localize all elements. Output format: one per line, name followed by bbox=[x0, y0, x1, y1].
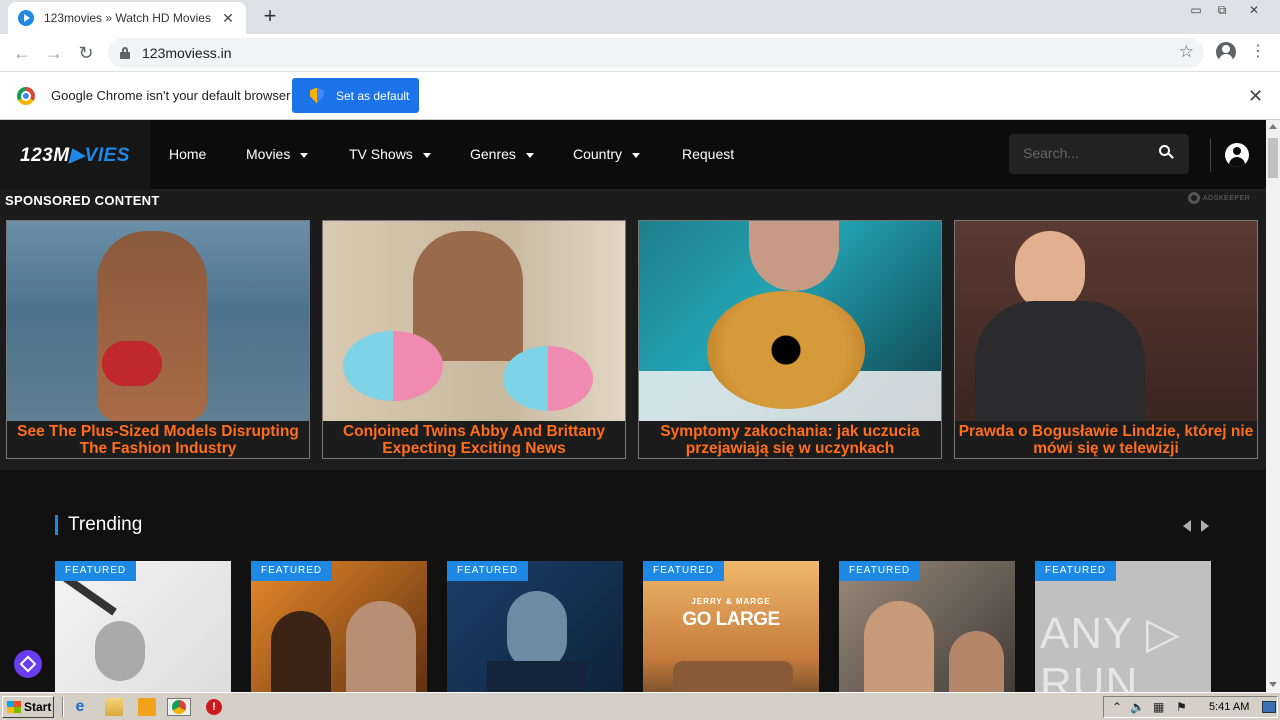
taskbar-clock[interactable]: 5:41 AM bbox=[1209, 701, 1249, 713]
profile-icon[interactable] bbox=[1216, 42, 1236, 62]
start-label: Start bbox=[24, 700, 52, 714]
page-scrollbar[interactable] bbox=[1266, 120, 1280, 692]
bookmark-star-icon[interactable]: ☆ bbox=[1179, 42, 1194, 62]
infobar-message: Google Chrome isn't your default browser bbox=[51, 88, 291, 103]
trending-title: Trending bbox=[55, 515, 142, 535]
nav-movies[interactable]: Movies bbox=[246, 146, 309, 162]
ad-image bbox=[323, 221, 625, 421]
nav-tv-shows[interactable]: TV Shows bbox=[349, 146, 431, 162]
featured-badge: FEATURED bbox=[251, 561, 333, 581]
nav-genres[interactable]: Genres bbox=[470, 146, 534, 162]
tab-strip: 123movies » Watch HD Movies & TV ✕ + ▭ ⧉… bbox=[0, 0, 1280, 34]
site-logo[interactable]: 123M▶VIES bbox=[0, 120, 150, 190]
chrome-menu-icon[interactable]: ⋮ bbox=[1250, 42, 1266, 62]
volume-icon[interactable]: 🔈 bbox=[1130, 700, 1145, 714]
media-player-icon[interactable] bbox=[138, 698, 156, 716]
scroll-thumb[interactable] bbox=[1268, 138, 1278, 178]
show-hidden-icons-icon[interactable]: ⌃ bbox=[1112, 700, 1122, 714]
trending-poster[interactable]: FEATURED bbox=[839, 561, 1015, 692]
close-window-button[interactable]: ✕ bbox=[1242, 2, 1266, 18]
trending-poster[interactable]: FEATURED bbox=[447, 561, 623, 692]
adskeeper-logo[interactable]: ADSKEEPER bbox=[1188, 192, 1250, 204]
ad-caption: See The Plus-Sized Models Disrupting The… bbox=[7, 421, 309, 458]
minimize-button[interactable]: ▭ bbox=[1184, 2, 1208, 18]
featured-badge: FEATURED bbox=[839, 561, 921, 581]
site-search bbox=[1009, 134, 1189, 174]
sponsored-section: SPONSORED CONTENT ADSKEEPER See The Plus… bbox=[0, 190, 1266, 470]
anyrun-watermark: ANY ▷ RUN bbox=[1040, 609, 1181, 692]
ad-card[interactable]: See The Plus-Sized Models Disrupting The… bbox=[6, 220, 310, 459]
site-favicon-icon bbox=[18, 10, 34, 26]
sponsored-title: SPONSORED CONTENT bbox=[5, 193, 160, 208]
site-viewport: 123M▶VIES Home Movies TV Shows Genres Co… bbox=[0, 120, 1266, 692]
taskbar-separator bbox=[62, 697, 64, 717]
search-icon[interactable] bbox=[1159, 145, 1175, 161]
chrome-logo-icon bbox=[17, 87, 35, 105]
carousel-next-icon[interactable] bbox=[1201, 520, 1209, 532]
back-button[interactable]: ← bbox=[10, 41, 34, 65]
set-as-default-label: Set as default bbox=[336, 88, 410, 103]
carousel-prev-icon[interactable] bbox=[1183, 520, 1191, 532]
windows-logo-icon bbox=[7, 701, 21, 713]
user-account-icon[interactable] bbox=[1225, 143, 1249, 167]
ad-caption: Prawda o Bogusławie Lindzie, której nie … bbox=[955, 421, 1257, 458]
trending-poster[interactable]: JERRY & MARGE GO LARGE FEATURED bbox=[643, 561, 819, 692]
windows-taskbar: Start e ! ⌃ 🔈 ▦ ⚑ 5:41 AM bbox=[0, 692, 1280, 720]
site-header: 123M▶VIES Home Movies TV Shows Genres Co… bbox=[0, 120, 1266, 190]
poster-title: JERRY & MARGE GO LARGE bbox=[682, 597, 780, 630]
ad-card[interactable]: Symptomy zakochania: jak uczucia przejaw… bbox=[638, 220, 942, 459]
scroll-down-icon[interactable] bbox=[1269, 682, 1277, 687]
scroll-up-icon[interactable] bbox=[1269, 124, 1277, 129]
ad-card[interactable]: Prawda o Bogusławie Lindzie, której nie … bbox=[954, 220, 1258, 459]
chevron-down-icon bbox=[422, 152, 431, 158]
tab-title: 123movies » Watch HD Movies & TV bbox=[44, 11, 214, 25]
set-as-default-button[interactable]: Set as default bbox=[292, 78, 419, 113]
address-bar[interactable]: 123moviess.in ☆ bbox=[108, 38, 1204, 68]
system-tray: ⌃ 🔈 ▦ ⚑ 5:41 AM bbox=[1103, 696, 1278, 718]
nav-home[interactable]: Home bbox=[169, 146, 206, 162]
ad-card[interactable]: Conjoined Twins Abby And Brittany Expect… bbox=[322, 220, 626, 459]
trending-poster[interactable]: FEATURED bbox=[251, 561, 427, 692]
header-divider bbox=[1210, 138, 1211, 172]
show-desktop-icon[interactable] bbox=[1262, 701, 1276, 713]
opera-icon[interactable]: ! bbox=[206, 699, 222, 715]
featured-badge: FEATURED bbox=[55, 561, 137, 581]
chevron-down-icon bbox=[632, 152, 641, 158]
new-tab-button[interactable]: + bbox=[258, 5, 282, 29]
restore-button[interactable]: ⧉ bbox=[1210, 2, 1234, 18]
action-center-flag-icon[interactable]: ⚑ bbox=[1176, 700, 1187, 714]
search-input[interactable] bbox=[1023, 145, 1143, 161]
url-text: 123moviess.in bbox=[142, 45, 232, 61]
internet-explorer-icon[interactable]: e bbox=[71, 698, 89, 716]
ad-caption: Conjoined Twins Abby And Brittany Expect… bbox=[323, 421, 625, 458]
chat-widget-button[interactable] bbox=[14, 650, 42, 678]
nav-country[interactable]: Country bbox=[573, 146, 641, 162]
browser-toolbar: ← → ↻ 123moviess.in ☆ bbox=[0, 34, 1280, 72]
infobar-close-icon[interactable]: ✕ bbox=[1248, 86, 1263, 107]
uac-shield-icon bbox=[310, 87, 324, 104]
start-button[interactable]: Start bbox=[2, 696, 54, 718]
featured-badge: FEATURED bbox=[1035, 561, 1117, 581]
ad-image bbox=[955, 221, 1257, 421]
featured-badge: FEATURED bbox=[643, 561, 725, 581]
chrome-taskbar-button[interactable] bbox=[167, 698, 191, 716]
forward-button[interactable]: → bbox=[42, 41, 66, 65]
ad-image bbox=[7, 221, 309, 421]
browser-tab[interactable]: 123movies » Watch HD Movies & TV ✕ bbox=[8, 2, 246, 34]
featured-badge: FEATURED bbox=[447, 561, 529, 581]
tab-close-icon[interactable]: ✕ bbox=[220, 10, 236, 27]
play-icon: ▶ bbox=[69, 144, 85, 166]
reload-button[interactable]: ↻ bbox=[74, 41, 98, 65]
network-icon[interactable]: ▦ bbox=[1153, 700, 1164, 714]
trending-poster[interactable]: FEATURED bbox=[55, 561, 231, 692]
lock-icon[interactable] bbox=[120, 47, 130, 59]
default-browser-infobar: Google Chrome isn't your default browser… bbox=[0, 72, 1280, 120]
ad-image bbox=[639, 221, 941, 421]
ad-caption: Symptomy zakochania: jak uczucia przejaw… bbox=[639, 421, 941, 458]
chevron-down-icon bbox=[525, 152, 534, 158]
nav-request[interactable]: Request bbox=[682, 146, 734, 162]
folder-icon[interactable] bbox=[105, 698, 123, 716]
chevron-down-icon bbox=[300, 152, 309, 158]
chrome-icon bbox=[172, 700, 186, 714]
